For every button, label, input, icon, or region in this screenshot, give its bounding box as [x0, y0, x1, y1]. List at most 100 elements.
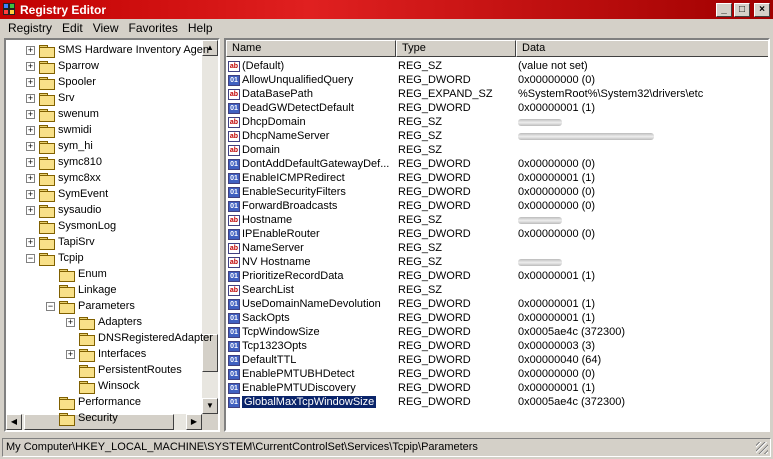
value-row[interactable]: 01 EnableSecurityFilters REG_DWORD 0x000000…: [226, 185, 766, 199]
expand-icon[interactable]: +: [26, 109, 35, 119]
value-name-cell: 01 AllowUnqualifiedQuery: [228, 74, 353, 86]
menu-edit[interactable]: Edit: [58, 21, 89, 35]
column-header-name[interactable]: Name: [226, 40, 396, 57]
expand-icon[interactable]: +: [26, 205, 35, 215]
expand-icon[interactable]: +: [26, 141, 35, 151]
value-row[interactable]: ab DataBasePath REG_EXPAND_SZ %SystemRoot%\…: [226, 87, 766, 101]
value-row[interactable]: 01 EnableICMPRedirect REG_DWORD 0x00000001 …: [226, 171, 766, 185]
close-button[interactable]: ×: [754, 2, 770, 17]
value-row[interactable]: 01 DontAddDefaultGatewayDef... REG_DWORD 0x…: [226, 157, 766, 171]
expand-icon[interactable]: +: [26, 45, 35, 55]
value-row[interactable]: ab Hostname REG_SZ: [226, 213, 766, 227]
tree-item[interactable]: + SMS Hardware Inventory Agen: [26, 42, 209, 58]
value-row[interactable]: 01 GlobalMaxTcpWindowSize REG_DWORD 0x0005a…: [226, 395, 766, 409]
collapse-icon[interactable]: −: [26, 253, 35, 263]
menu-help[interactable]: Help: [184, 21, 219, 35]
tree-item[interactable]: + sysaudio: [26, 202, 101, 218]
expand-icon[interactable]: +: [26, 125, 35, 135]
string-value-icon: ab: [228, 130, 240, 142]
resize-grip-icon[interactable]: [756, 442, 768, 454]
minimize-button[interactable]: _: [716, 2, 732, 17]
column-header-type[interactable]: Type: [396, 40, 516, 57]
expand-icon[interactable]: +: [66, 317, 75, 327]
value-name: Domain: [242, 144, 280, 156]
menu-registry[interactable]: Registry: [4, 21, 58, 35]
expand-icon[interactable]: +: [26, 157, 35, 167]
tree-item[interactable]: − Tcpip: [26, 250, 84, 266]
expand-icon[interactable]: +: [26, 173, 35, 183]
value-row[interactable]: 01 DeadGWDetectDefault REG_DWORD 0x00000001…: [226, 101, 766, 115]
value-row[interactable]: 01 PrioritizeRecordData REG_DWORD 0x0000000…: [226, 269, 766, 283]
binary-value-icon: 01: [228, 382, 240, 394]
value-row[interactable]: ab SearchList REG_SZ: [226, 283, 766, 297]
tree-item[interactable]: + symc810: [26, 154, 102, 170]
key-tree[interactable]: ▲ ▼ ◀ ▶ + SMS Hardware Inventory Agen + Spa…: [4, 38, 220, 432]
tree-item[interactable]: Enum: [46, 266, 107, 282]
tree-item[interactable]: + Interfaces: [66, 346, 146, 362]
scroll-right-button[interactable]: ▶: [186, 414, 202, 430]
value-row[interactable]: ab (Default) REG_SZ (value not set): [226, 59, 766, 73]
value-row[interactable]: 01 UseDomainNameDevolution REG_DWORD 0x0000…: [226, 297, 766, 311]
collapse-icon[interactable]: −: [46, 301, 55, 311]
value-row[interactable]: ab NV Hostname REG_SZ: [226, 255, 766, 269]
expand-icon[interactable]: +: [66, 349, 75, 359]
value-row[interactable]: 01 ForwardBroadcasts REG_DWORD 0x00000000 (…: [226, 199, 766, 213]
menu-view[interactable]: View: [89, 21, 125, 35]
tree-item[interactable]: Winsock: [66, 378, 140, 394]
column-header-data[interactable]: Data: [516, 40, 768, 57]
value-row[interactable]: ab DhcpDomain REG_SZ: [226, 115, 766, 129]
tree-item-label: symc810: [58, 156, 103, 168]
maximize-button[interactable]: □: [734, 2, 750, 17]
tree-item[interactable]: + Sparrow: [26, 58, 99, 74]
value-row[interactable]: 01 SackOpts REG_DWORD 0x00000001 (1): [226, 311, 766, 325]
tree-item[interactable]: Performance: [46, 394, 141, 410]
redacted-data: [518, 118, 562, 126]
value-row[interactable]: 01 EnablePMTUBHDetect REG_DWORD 0x00000000 …: [226, 367, 766, 381]
value-name-cell: 01 EnableSecurityFilters: [228, 186, 346, 198]
value-row[interactable]: ab NameServer REG_SZ: [226, 241, 766, 255]
tree-item[interactable]: + swenum: [26, 106, 99, 122]
value-list[interactable]: Name Type Data ab (Default) REG_SZ (value n…: [224, 38, 770, 432]
folder-icon: [39, 220, 55, 234]
expand-icon[interactable]: +: [26, 237, 35, 247]
tree-item[interactable]: SysmonLog: [26, 218, 116, 234]
value-row[interactable]: 01 DefaultTTL REG_DWORD 0x00000040 (64): [226, 353, 766, 367]
value-name: IPEnableRouter: [242, 228, 320, 240]
value-data: 0x00000001 (1): [518, 270, 596, 282]
tree-item[interactable]: Security: [46, 410, 118, 426]
tree-item[interactable]: + sym_hi: [26, 138, 93, 154]
value-row[interactable]: ab DhcpNameServer REG_SZ: [226, 129, 766, 143]
expand-icon[interactable]: +: [26, 93, 35, 103]
menu-favorites[interactable]: Favorites: [125, 21, 184, 35]
tree-item[interactable]: DNSRegisteredAdapter: [66, 330, 213, 346]
tree-item[interactable]: + SymEvent: [26, 186, 108, 202]
tree-item[interactable]: − Parameters: [46, 298, 135, 314]
scroll-down-button[interactable]: ▼: [202, 398, 218, 414]
expand-icon[interactable]: +: [26, 77, 35, 87]
tree-vertical-scrollbar[interactable]: ▲ ▼: [202, 40, 218, 414]
value-row[interactable]: 01 TcpWindowSize REG_DWORD 0x0005ae4c (3723…: [226, 325, 766, 339]
expand-icon[interactable]: +: [26, 61, 35, 71]
tree-item[interactable]: + Adapters: [66, 314, 142, 330]
tree-item-label: Security: [78, 412, 118, 424]
value-name: SackOpts: [242, 312, 290, 324]
title-bar[interactable]: Registry Editor _ □ ×: [0, 0, 773, 19]
tree-item[interactable]: + symc8xx: [26, 170, 101, 186]
tree-item[interactable]: + TapiSrv: [26, 234, 95, 250]
tree-item[interactable]: PersistentRoutes: [66, 362, 182, 378]
value-row[interactable]: ab Domain REG_SZ: [226, 143, 766, 157]
value-row[interactable]: 01 IPEnableRouter REG_DWORD 0x00000000 (0): [226, 227, 766, 241]
value-data: 0x00000001 (1): [518, 312, 596, 324]
scroll-left-button[interactable]: ◀: [6, 414, 22, 430]
value-row[interactable]: 01 AllowUnqualifiedQuery REG_DWORD 0x000000…: [226, 73, 766, 87]
tree-item[interactable]: + Spooler: [26, 74, 96, 90]
value-name-cell: ab DhcpDomain: [228, 116, 306, 128]
value-row[interactable]: 01 EnablePMTUDiscovery REG_DWORD 0x00000001…: [226, 381, 766, 395]
tree-item[interactable]: + Srv: [26, 90, 75, 106]
tree-item[interactable]: Linkage: [46, 282, 117, 298]
expand-icon[interactable]: +: [26, 189, 35, 199]
tree-item[interactable]: + swmidi: [26, 122, 92, 138]
value-row[interactable]: 01 Tcp1323Opts REG_DWORD 0x00000003 (3): [226, 339, 766, 353]
